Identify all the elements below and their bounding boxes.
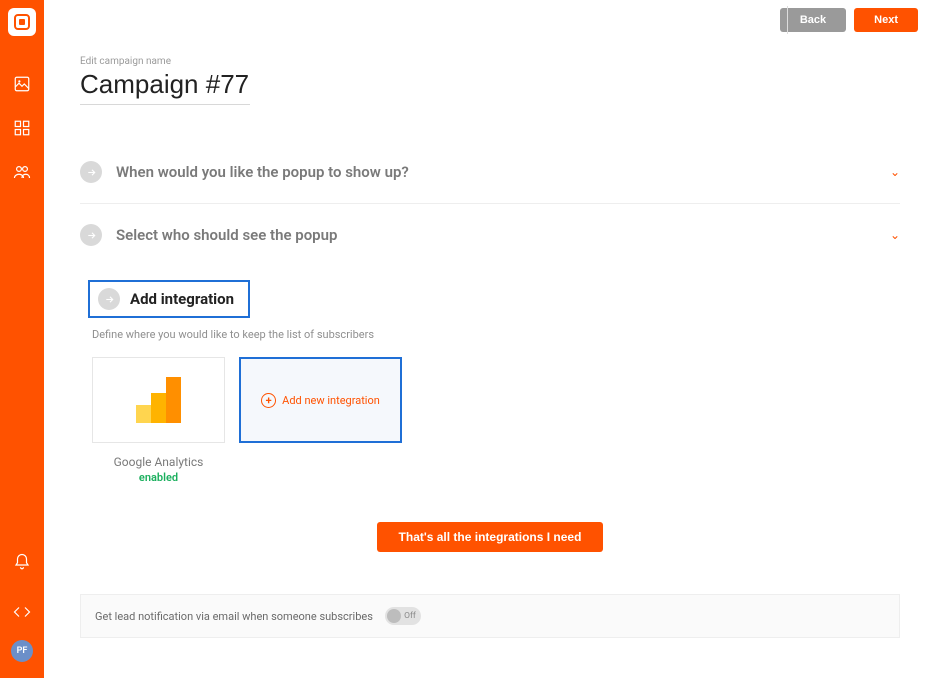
nav-users-icon[interactable]	[0, 150, 44, 194]
google-analytics-icon	[92, 357, 225, 443]
integration-subtitle: Define where you would like to keep the …	[88, 328, 892, 341]
edit-campaign-label: Edit campaign name	[80, 56, 900, 67]
lead-notification-text: Get lead notification via email when som…	[95, 610, 373, 623]
integration-header[interactable]: Add integration	[88, 280, 250, 318]
nav-apps-icon[interactable]	[0, 106, 44, 150]
nav-media-icon[interactable]	[0, 62, 44, 106]
section-when-title: When would you like the popup to show up…	[116, 163, 890, 181]
nav-code-icon[interactable]	[0, 590, 44, 634]
user-avatar[interactable]: PF	[11, 640, 33, 662]
integration-card-status: enabled	[92, 471, 225, 484]
plus-icon: +	[261, 393, 276, 408]
integration-card-ga[interactable]: Google Analytics enabled	[92, 357, 225, 484]
next-button[interactable]: Next	[854, 8, 918, 32]
integrations-done-button[interactable]: That's all the integrations I need	[377, 522, 604, 552]
back-button[interactable]: Back	[780, 8, 846, 32]
campaign-title-input[interactable]	[80, 69, 250, 105]
arrow-right-icon	[80, 161, 102, 183]
arrow-right-icon	[80, 224, 102, 246]
section-who-title: Select who should see the popup	[116, 226, 890, 244]
section-who[interactable]: Select who should see the popup ⌄	[80, 204, 900, 266]
nav-bell-icon[interactable]	[0, 540, 44, 584]
toggle-label: Off	[404, 611, 416, 621]
section-when[interactable]: When would you like the popup to show up…	[80, 141, 900, 204]
chevron-down-icon: ⌄	[890, 165, 900, 179]
chevron-down-icon: ⌄	[890, 228, 900, 242]
topbar: Back Next	[44, 0, 936, 40]
integration-cards: Google Analytics enabled + Add new integ…	[88, 357, 892, 484]
add-integration-card[interactable]: + Add new integration	[239, 357, 402, 443]
lead-notification-row: Get lead notification via email when som…	[80, 594, 900, 638]
app-logo[interactable]	[8, 8, 36, 36]
sidebar: PF	[0, 0, 44, 678]
integration-panel: Add integration Define where you would l…	[80, 266, 900, 580]
arrow-right-icon	[98, 288, 120, 310]
integration-title: Add integration	[130, 290, 234, 308]
add-integration-label: Add new integration	[282, 394, 380, 407]
lead-notification-toggle[interactable]: Off	[385, 607, 421, 625]
main-content: Edit campaign name When would you like t…	[44, 40, 936, 678]
integration-card-label: Google Analytics	[92, 455, 225, 469]
